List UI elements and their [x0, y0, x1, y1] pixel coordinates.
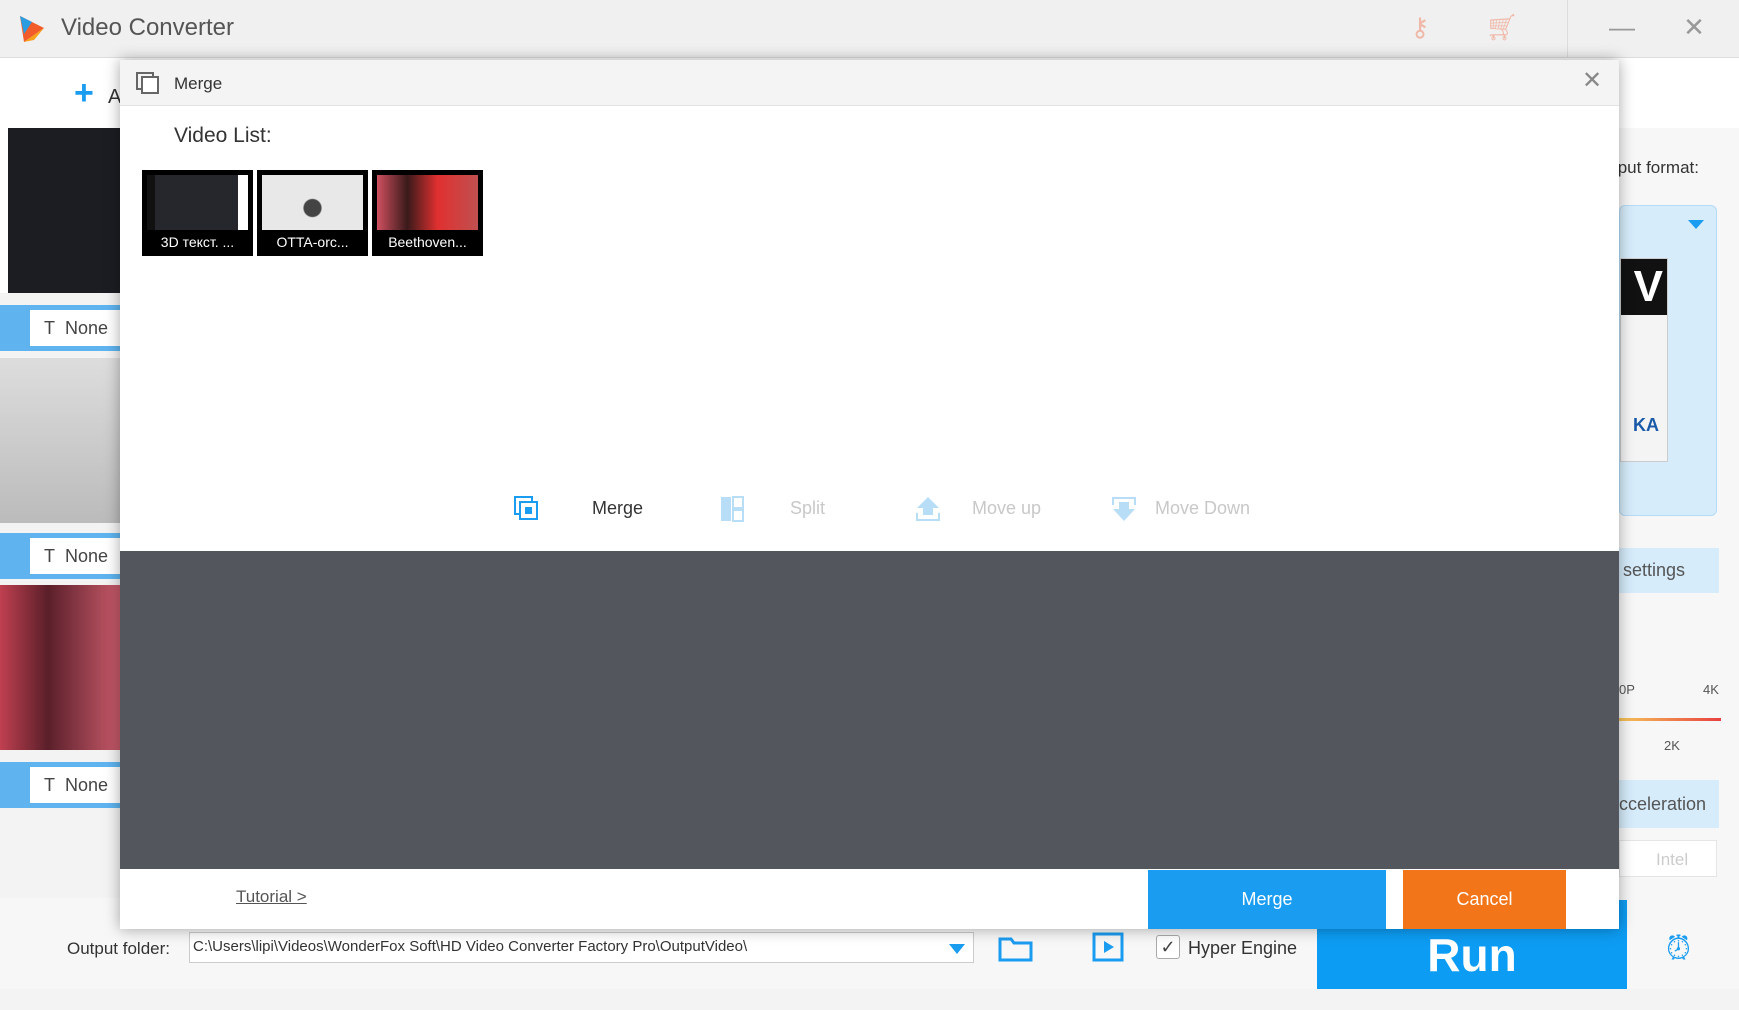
right-panel: tput format: V KA settings 0P 4K 2K ccel…	[1613, 128, 1739, 898]
subtitle-bar: T None	[0, 762, 130, 808]
output-format-label: tput format:	[1613, 158, 1699, 177]
alarm-clock-icon[interactable]: ⏰︎	[1666, 930, 1691, 968]
hyper-engine-checkbox[interactable]: ✓	[1156, 935, 1180, 959]
video-folder-icon[interactable]	[1092, 932, 1124, 962]
move-down-button[interactable]: Move Down	[1155, 498, 1250, 519]
video-list-item[interactable]: OTTA-orc...	[257, 170, 368, 256]
video-name: Beethoven...	[388, 234, 467, 250]
app-title: Video Converter	[61, 14, 234, 41]
subtitle-bar: T None	[0, 533, 130, 579]
app-logo-icon	[20, 16, 44, 42]
subtitle-value: None	[65, 318, 109, 338]
merge-tool-icon[interactable]	[514, 496, 540, 522]
minimize-button[interactable]: —	[1604, 12, 1640, 43]
cancel-button[interactable]: Cancel	[1403, 870, 1566, 929]
video-thumbnail	[377, 175, 478, 230]
merge-button[interactable]: Merge	[1148, 870, 1386, 929]
video-list-item[interactable]: Beethoven...	[372, 170, 483, 256]
chevron-down-icon[interactable]	[949, 944, 965, 954]
subtitle-value: None	[65, 775, 109, 795]
video-name: 3D текст. ...	[160, 234, 235, 250]
slider-label-mid: 2K	[1664, 738, 1680, 753]
tutorial-link[interactable]: Tutorial >	[236, 887, 307, 907]
open-folder-icon[interactable]	[998, 934, 1034, 962]
preview-area	[120, 551, 1619, 869]
cart-icon[interactable]: 🛒︎	[1484, 12, 1520, 43]
subtitle-value: None	[65, 546, 109, 566]
format-badge-top: V	[1621, 259, 1667, 315]
add-icon[interactable]: +	[74, 76, 94, 110]
dialog-title: Merge	[174, 74, 223, 93]
slider-label-right: 4K	[1703, 682, 1719, 697]
video-list-label: Video List:	[174, 124, 272, 147]
merge-tool-button[interactable]: Merge	[592, 498, 643, 519]
settings-button[interactable]: settings	[1619, 548, 1719, 593]
video-thumbnail	[147, 175, 248, 230]
split-button[interactable]: Split	[790, 498, 825, 519]
format-icon: V KA	[1620, 258, 1668, 462]
subtitle-select[interactable]: T None	[30, 538, 130, 574]
video-thumbnail[interactable]	[0, 128, 120, 293]
chevron-down-icon	[1688, 220, 1704, 229]
output-folder-input[interactable]: C:\Users\lipi\Videos\WonderFox Soft\HD V…	[189, 932, 974, 963]
video-thumbnail[interactable]	[0, 585, 120, 750]
video-list-item[interactable]: 3D текст. ...	[142, 170, 253, 256]
slider-label-left: 0P	[1619, 682, 1635, 697]
intel-toggle[interactable]: Intel	[1619, 840, 1717, 877]
subtitle-bar: T None	[0, 305, 130, 351]
subtitle-select[interactable]: T None	[30, 310, 130, 346]
video-thumbnail[interactable]	[0, 358, 120, 523]
hyper-engine-label: Hyper Engine	[1188, 938, 1298, 958]
dialog-header: Merge ✕	[120, 60, 1619, 106]
acceleration-label: cceleration	[1619, 780, 1719, 828]
key-icon[interactable]: ⚷	[1402, 12, 1438, 43]
output-format-selector[interactable]: V KA	[1619, 205, 1717, 516]
move-up-icon[interactable]	[915, 496, 941, 522]
format-badge-bottom: KA	[1633, 415, 1659, 435]
move-up-button[interactable]: Move up	[972, 498, 1041, 519]
video-thumbnail	[262, 175, 363, 230]
merge-dialog: Merge ✕ Video List: 3D текст. ... OTTA-o…	[120, 60, 1619, 929]
divider	[1567, 0, 1568, 58]
output-path: C:\Users\lipi\Videos\WonderFox Soft\HD V…	[193, 938, 748, 955]
merge-icon	[136, 72, 159, 94]
output-folder-label: Output folder:	[67, 939, 171, 958]
subtitle-select[interactable]: T None	[30, 767, 130, 803]
split-icon[interactable]	[720, 496, 744, 522]
close-button[interactable]: ✕	[1676, 12, 1712, 43]
title-bar: Video Converter ⚷ 🛒︎ — ✕	[0, 0, 1739, 58]
quality-slider[interactable]	[1619, 718, 1721, 721]
move-down-icon[interactable]	[1111, 496, 1137, 522]
dialog-close-button[interactable]: ✕	[1582, 66, 1602, 95]
video-name: OTTA-orc...	[276, 234, 349, 250]
